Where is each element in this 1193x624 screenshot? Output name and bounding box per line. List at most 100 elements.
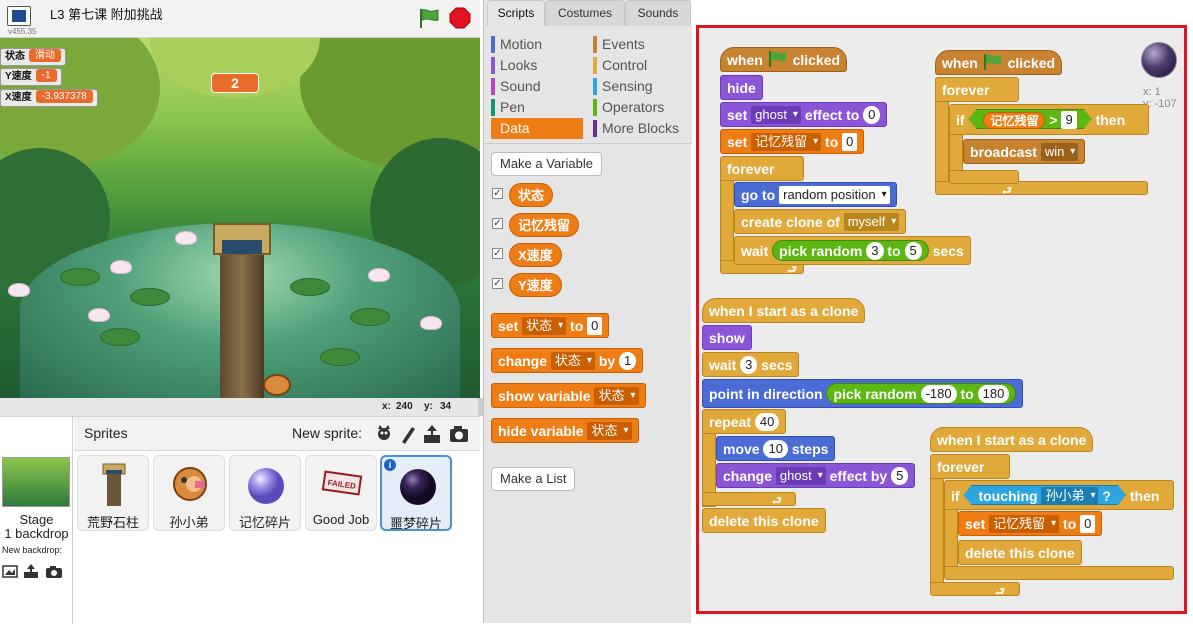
variable-checkbox[interactable]: ✓ xyxy=(492,218,503,229)
tab-scripts[interactable]: Scripts xyxy=(487,0,545,26)
value-input[interactable]: 40 xyxy=(754,413,780,431)
category-data[interactable]: Data xyxy=(491,118,583,139)
variable-dropdown[interactable]: 记忆残留 xyxy=(989,515,1060,533)
variable-dropdown[interactable]: 状态 xyxy=(522,317,567,335)
broadcast-block[interactable]: broadcast win xyxy=(963,139,1086,164)
greater-than-operator[interactable]: 记忆残留 > 9 xyxy=(968,109,1091,129)
variable-dropdown[interactable]: 记忆残留 xyxy=(751,133,822,151)
sprite-tile[interactable]: 荒野石柱 xyxy=(77,455,149,531)
when-flag-clicked-block[interactable]: when clicked xyxy=(720,47,848,72)
point-in-direction-block[interactable]: point in direction pick random -180 to 1… xyxy=(702,379,1024,408)
repeat-block[interactable]: repeat 40 xyxy=(702,409,786,434)
value-input[interactable]: 180 xyxy=(977,385,1010,403)
paint-backdrop-icon[interactable] xyxy=(2,565,18,578)
forever-block[interactable]: forever xyxy=(720,156,804,181)
variable-checkbox[interactable]: ✓ xyxy=(492,278,503,289)
upload-backdrop-icon[interactable] xyxy=(24,564,38,578)
category-more-blocks[interactable]: More Blocks xyxy=(593,118,689,139)
value-input[interactable]: -180 xyxy=(920,385,957,403)
sprite-tile[interactable]: FAILED Good Job xyxy=(305,455,377,531)
stage-thumbnail[interactable] xyxy=(2,457,70,507)
upload-sprite-icon[interactable] xyxy=(424,425,440,443)
variable-reporter[interactable]: X速度 xyxy=(509,243,562,267)
show-block[interactable]: show xyxy=(702,325,752,350)
value-input[interactable]: 9 xyxy=(1061,111,1076,129)
target-dropdown[interactable]: random position xyxy=(779,186,890,204)
sprite-tile[interactable]: 孙小弟 xyxy=(153,455,225,531)
category-sound[interactable]: Sound xyxy=(491,76,583,97)
change-effect-block[interactable]: change ghost effect by 5 xyxy=(716,463,916,488)
if-then-block[interactable]: if touching 孙小弟 ? then xyxy=(944,480,1174,510)
set-variable-block[interactable]: set 记忆残留 to 0 xyxy=(720,129,865,154)
variable-reporter[interactable]: 记忆残留 xyxy=(509,213,580,237)
value-input[interactable]: 0 xyxy=(587,317,603,335)
category-motion[interactable]: Motion xyxy=(491,34,583,55)
camera-sprite-icon[interactable] xyxy=(450,426,468,442)
variable-dropdown[interactable]: 状态 xyxy=(594,387,639,405)
category-events[interactable]: Events xyxy=(593,34,689,55)
set-effect-block[interactable]: set ghost effect to 0 xyxy=(720,102,888,127)
value-input[interactable]: 3 xyxy=(866,242,884,260)
variable-reporter[interactable]: 状态 xyxy=(509,183,554,207)
variable-checkbox[interactable]: ✓ xyxy=(492,248,503,259)
value-input[interactable]: 5 xyxy=(904,242,922,260)
value-input[interactable]: 1 xyxy=(619,352,637,370)
delete-clone-block[interactable]: delete this clone xyxy=(958,540,1082,565)
monitor-state[interactable]: 状态 滑动 xyxy=(0,48,66,66)
fullscreen-button[interactable] xyxy=(7,6,31,26)
tab-sounds[interactable]: Sounds xyxy=(625,0,691,26)
pick-random-reporter[interactable]: pick random 3 to 5 xyxy=(772,240,929,261)
effect-dropdown[interactable]: ghost xyxy=(751,106,801,124)
paint-new-sprite-icon[interactable] xyxy=(402,427,415,444)
delete-clone-block[interactable]: delete this clone xyxy=(702,508,826,533)
variable-dropdown[interactable]: 状态 xyxy=(587,422,632,440)
make-a-list-button[interactable]: Make a List xyxy=(491,467,576,491)
monitor-x-speed[interactable]: X速度 -3.937378 xyxy=(0,89,98,107)
wait-block[interactable]: wait pick random 3 to 5 secs xyxy=(734,236,971,265)
category-sensing[interactable]: Sensing xyxy=(593,76,689,97)
value-input[interactable]: 3 xyxy=(740,356,758,374)
stage-canvas[interactable]: 2 状态 滑动 Y速度 -1 X速度 -3.937378 xyxy=(0,38,480,398)
pick-random-reporter[interactable]: pick random -180 to 180 xyxy=(826,383,1017,404)
sprite-tile-selected[interactable]: i 噩梦碎片 xyxy=(380,455,452,531)
show-variable-block[interactable]: show variable 状态 xyxy=(491,383,646,408)
hide-block[interactable]: hide xyxy=(720,75,763,100)
if-then-block[interactable]: if 记忆残留 > 9 then xyxy=(949,104,1149,135)
category-pen[interactable]: Pen xyxy=(491,97,583,118)
when-start-as-clone-block[interactable]: when I start as a clone xyxy=(930,427,1094,452)
value-input[interactable]: 0 xyxy=(842,133,858,151)
change-variable-block[interactable]: change 状态 by 1 xyxy=(491,348,644,373)
category-control[interactable]: Control xyxy=(593,55,689,76)
variable-reporter[interactable]: Y速度 xyxy=(509,273,562,297)
touching-target-dropdown[interactable]: 孙小弟 xyxy=(1041,487,1098,505)
sprite-tile[interactable]: 记忆碎片 xyxy=(229,455,301,531)
create-clone-block[interactable]: create clone of myself xyxy=(734,209,907,234)
value-input[interactable]: 0 xyxy=(1080,515,1096,533)
effect-dropdown[interactable]: ghost xyxy=(775,467,826,485)
touching-sensor[interactable]: touching 孙小弟 ? xyxy=(963,485,1125,505)
set-variable-block[interactable]: set 状态 to 0 xyxy=(491,313,610,338)
message-dropdown[interactable]: win xyxy=(1040,143,1079,161)
value-input[interactable]: 5 xyxy=(891,467,909,485)
wait-block[interactable]: wait 3 secs xyxy=(702,352,800,377)
monitor-y-speed[interactable]: Y速度 -1 xyxy=(0,68,62,86)
category-operators[interactable]: Operators xyxy=(593,97,689,118)
forever-block[interactable]: forever xyxy=(935,77,1019,102)
stop-sign-icon[interactable] xyxy=(449,7,471,29)
camera-backdrop-icon[interactable] xyxy=(46,566,62,578)
sprite-info-icon[interactable]: i xyxy=(384,459,396,471)
variable-dropdown[interactable]: 状态 xyxy=(550,352,595,370)
make-a-variable-button[interactable]: Make a Variable xyxy=(491,152,602,176)
value-input[interactable]: 0 xyxy=(863,106,881,124)
green-flag-icon[interactable] xyxy=(417,7,441,29)
category-looks[interactable]: Looks xyxy=(491,55,583,76)
when-start-as-clone-block[interactable]: when I start as a clone xyxy=(702,298,866,323)
value-input[interactable]: 10 xyxy=(763,440,788,458)
forever-block[interactable]: forever xyxy=(930,454,1010,479)
go-to-block[interactable]: go to random position xyxy=(734,182,897,207)
set-variable-block[interactable]: set 记忆残留 to 0 xyxy=(958,511,1103,536)
move-steps-block[interactable]: move 10 steps xyxy=(716,436,836,461)
choose-sprite-from-library-icon[interactable] xyxy=(378,425,390,440)
variable-reporter[interactable]: 记忆残留 xyxy=(983,112,1045,129)
variable-checkbox[interactable]: ✓ xyxy=(492,188,503,199)
